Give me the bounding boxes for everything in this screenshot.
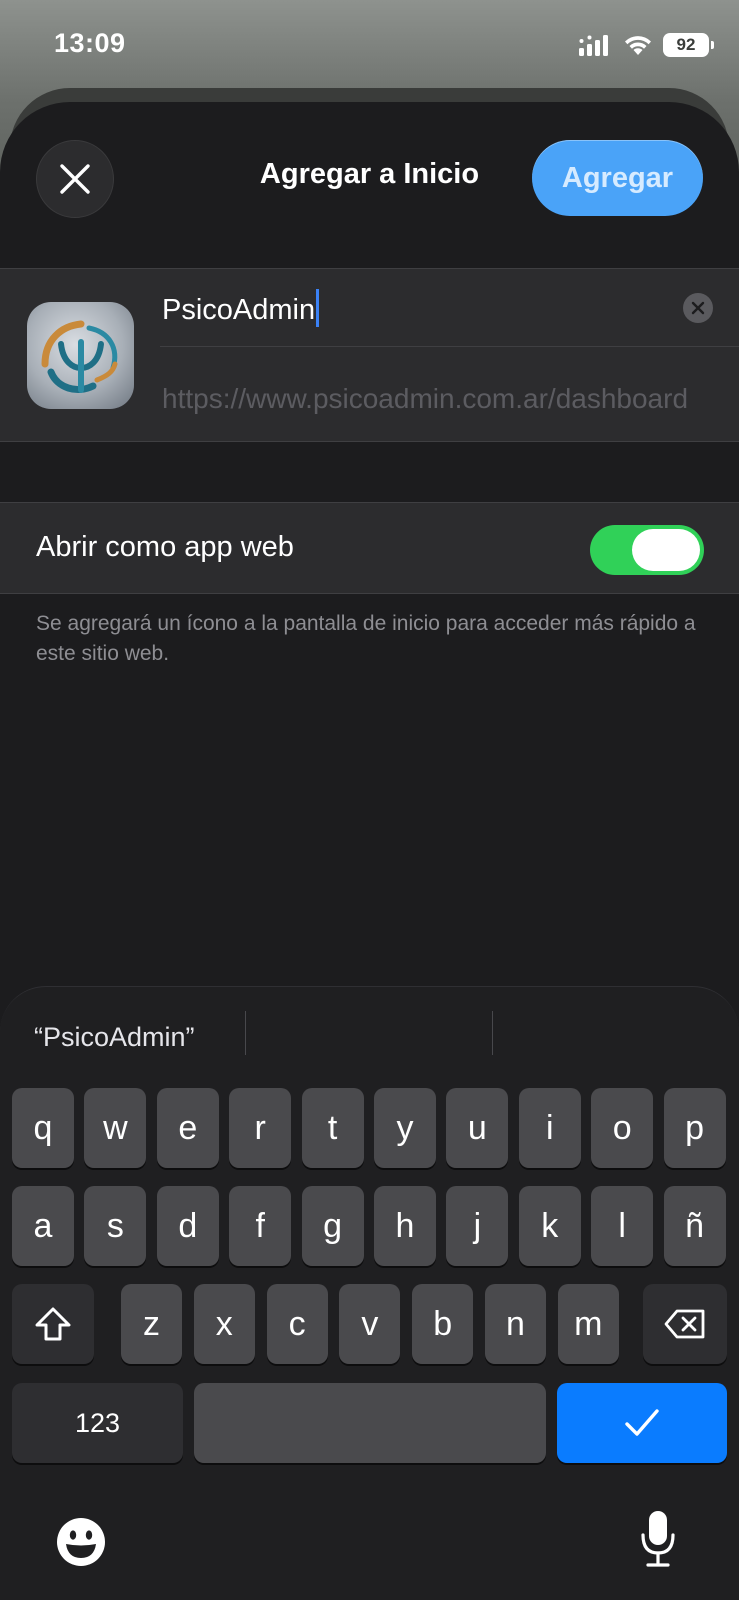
web-app-label: Abrir como app web	[36, 531, 294, 563]
key-b[interactable]: b	[412, 1284, 474, 1364]
dictation-button[interactable]	[640, 1509, 676, 1569]
status-icons: 92	[579, 30, 714, 60]
key-ñ[interactable]: ñ	[663, 1186, 726, 1266]
key-w[interactable]: w	[84, 1088, 147, 1168]
key-x[interactable]: x	[193, 1284, 255, 1364]
numbers-key[interactable]: 123	[12, 1383, 183, 1463]
key-p[interactable]: p	[663, 1088, 726, 1168]
add-to-home-sheet: Agregar a Inicio Agregar PsicoAdmin http…	[0, 102, 739, 1600]
space-key[interactable]	[194, 1383, 546, 1463]
key-c[interactable]: c	[266, 1284, 328, 1364]
name-input-value[interactable]: PsicoAdmin	[162, 289, 320, 327]
key-m[interactable]: m	[557, 1284, 619, 1364]
key-h[interactable]: h	[374, 1186, 436, 1266]
keyboard: “PsicoAdmin” qwertyuiop asdfghjklñ zxcvbnm…	[0, 986, 739, 1600]
key-q[interactable]: q	[12, 1088, 74, 1168]
key-r[interactable]: r	[229, 1088, 292, 1168]
key-t[interactable]: t	[301, 1088, 364, 1168]
web-app-footnote: Se agregará un ícono a la pantalla de in…	[36, 612, 696, 665]
bookmark-details-group: PsicoAdmin https://www.psicoadmin.com.ar…	[0, 268, 739, 442]
delete-key[interactable]	[643, 1284, 727, 1364]
key-v[interactable]: v	[339, 1284, 401, 1364]
name-field[interactable]: PsicoAdmin	[160, 269, 739, 347]
web-app-toggle[interactable]	[590, 525, 704, 575]
clear-icon	[691, 301, 705, 315]
battery-icon: 92	[663, 33, 714, 57]
key-i[interactable]: i	[518, 1088, 581, 1168]
microphone-icon	[641, 1511, 675, 1567]
key-o[interactable]: o	[591, 1088, 654, 1168]
key-g[interactable]: g	[301, 1186, 364, 1266]
key-j[interactable]: j	[446, 1186, 509, 1266]
app-icon	[27, 302, 134, 409]
psicoadmin-logo-icon	[41, 320, 118, 393]
status-time: 13:09	[54, 28, 126, 58]
key-y[interactable]: y	[374, 1088, 436, 1168]
key-u[interactable]: u	[446, 1088, 509, 1168]
key-s[interactable]: s	[84, 1186, 147, 1266]
emoji-icon	[57, 1518, 105, 1566]
wifi-icon	[625, 36, 651, 55]
cellular-signal-icon	[579, 35, 608, 56]
key-f[interactable]: f	[229, 1186, 292, 1266]
key-d[interactable]: d	[156, 1186, 219, 1266]
autocomplete-suggestion[interactable]: “PsicoAdmin”	[34, 1015, 195, 1059]
toggle-knob	[632, 529, 700, 571]
key-n[interactable]: n	[485, 1284, 546, 1364]
url-text: https://www.psicoadmin.com.ar/dashboard	[162, 383, 689, 414]
key-k[interactable]: k	[518, 1186, 581, 1266]
suggestion-divider	[492, 1011, 493, 1055]
delete-icon	[664, 1309, 705, 1339]
suggestion-divider	[245, 1011, 246, 1055]
key-z[interactable]: z	[121, 1284, 182, 1364]
shift-key[interactable]	[12, 1284, 94, 1364]
text-caret	[316, 289, 320, 327]
emoji-button[interactable]	[56, 1517, 106, 1567]
checkmark-icon	[625, 1409, 659, 1436]
name-text: PsicoAdmin	[162, 294, 316, 326]
shift-icon	[35, 1307, 71, 1341]
key-l[interactable]: l	[591, 1186, 654, 1266]
clear-text-button[interactable]	[683, 293, 713, 323]
web-app-setting-row: Abrir como app web	[0, 502, 739, 594]
key-e[interactable]: e	[156, 1088, 219, 1168]
key-a[interactable]: a	[12, 1186, 74, 1266]
done-key[interactable]	[557, 1383, 727, 1463]
status-bar: 13:09 92	[0, 0, 739, 90]
add-button[interactable]: Agregar	[532, 140, 703, 216]
